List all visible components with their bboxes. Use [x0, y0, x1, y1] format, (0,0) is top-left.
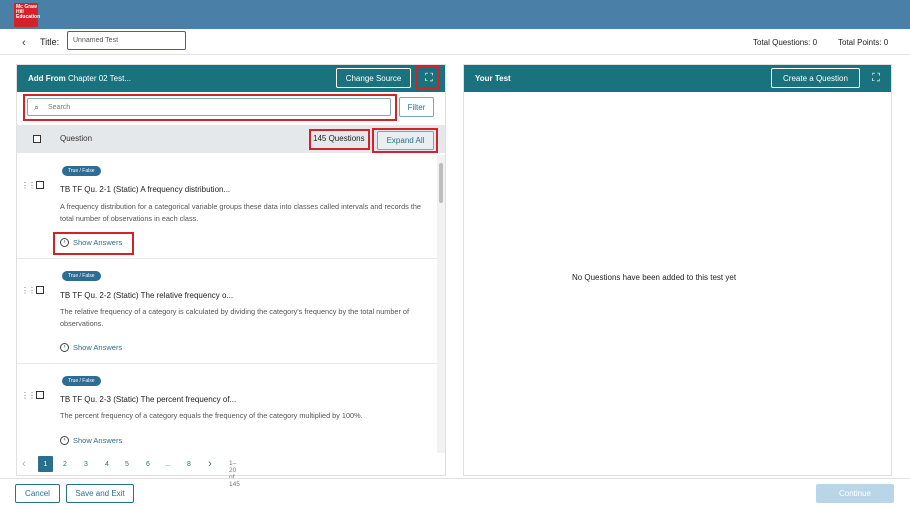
question-checkbox[interactable]	[36, 286, 44, 294]
question-column-label: Question	[60, 134, 93, 143]
total-points: Total Points: 0	[838, 38, 889, 47]
question-checkbox[interactable]	[36, 391, 44, 399]
cancel-button[interactable]: Cancel	[15, 484, 60, 503]
question-checkbox[interactable]	[36, 181, 44, 189]
top-bar: Mc Graw Hill Education	[0, 0, 910, 29]
page-8[interactable]: 8	[184, 456, 194, 472]
question-type-badge: True / False	[62, 166, 101, 176]
your-test-panel: Your Test Create a Question ⛶	[463, 64, 892, 476]
fullscreen-expand-icon[interactable]: ⛶	[870, 72, 882, 84]
page-5[interactable]: 5	[122, 456, 132, 472]
drag-handle-icon[interactable]: ⋮⋮	[21, 181, 36, 190]
show-answers-link[interactable]: › Show Answers	[60, 343, 122, 352]
page-2[interactable]: 2	[60, 456, 70, 472]
page-ellipsis: ...	[165, 460, 171, 468]
question-text: The percent frequency of a category equa…	[60, 411, 363, 420]
chevron-left-icon[interactable]: ‹	[22, 37, 26, 49]
title-label: Title:	[40, 37, 60, 47]
select-all-checkbox[interactable]	[33, 135, 41, 143]
empty-test-message: No Questions have been added to this tes…	[571, 273, 737, 282]
title-row: ‹ Title: Total Questions: 0 Total Points…	[0, 29, 910, 55]
show-answers-link[interactable]: › Show Answers	[60, 436, 122, 445]
highlight-box-search	[23, 94, 397, 121]
add-from-header: Add From Chapter 02 Test... Change Sourc…	[17, 65, 445, 92]
mcgraw-hill-logo: Mc Graw Hill Education	[14, 3, 40, 27]
page-1[interactable]: 1	[38, 456, 53, 472]
question-title: TB TF Qu. 2-2 (Static) The relative freq…	[60, 291, 234, 300]
question-type-badge: True / False	[62, 376, 101, 386]
title-input[interactable]	[67, 31, 186, 50]
prev-page-icon[interactable]: ‹	[19, 456, 29, 472]
drag-handle-icon[interactable]: ⋮⋮	[21, 286, 36, 295]
next-page-icon[interactable]: ›	[205, 456, 215, 472]
highlight-box-count	[309, 129, 370, 150]
question-type-badge: True / False	[62, 271, 101, 281]
scrollbar-thumb[interactable]	[439, 163, 443, 203]
filter-button[interactable]: Filter	[399, 97, 434, 117]
question-title: TB TF Qu. 2-1 (Static) A frequency distr…	[60, 185, 231, 194]
continue-button[interactable]: Continue	[816, 484, 894, 503]
chevron-right-circle-icon: ›	[60, 436, 69, 445]
change-source-button[interactable]: Change Source	[336, 68, 411, 88]
highlight-box-expand-all	[372, 128, 438, 153]
page-6[interactable]: 6	[143, 456, 153, 472]
create-question-button[interactable]: Create a Question	[771, 68, 860, 88]
your-test-header: Your Test Create a Question ⛶	[464, 65, 891, 92]
page-3[interactable]: 3	[81, 456, 91, 472]
footer-bar: Cancel Save and Exit Continue	[0, 478, 910, 508]
save-and-exit-button[interactable]: Save and Exit	[66, 484, 134, 503]
chevron-right-circle-icon: ›	[60, 343, 69, 352]
drag-handle-icon[interactable]: ⋮⋮	[21, 391, 36, 400]
your-test-title: Your Test	[475, 74, 511, 83]
highlight-box-show-answers	[53, 232, 134, 255]
add-from-title: Add From Chapter 02 Test...	[28, 74, 132, 83]
total-questions: Total Questions: 0	[753, 38, 818, 47]
page-4[interactable]: 4	[102, 456, 112, 472]
question-item[interactable]: ⋮⋮ True / False TB TF Qu. 2-3 (Static) T…	[17, 365, 437, 453]
question-title: TB TF Qu. 2-3 (Static) The percent frequ…	[60, 395, 237, 404]
highlight-box-expand	[416, 66, 440, 89]
question-text: A frequency distribution for a categoric…	[60, 202, 421, 223]
question-text: The relative frequency of a category is …	[60, 307, 410, 328]
question-item[interactable]: ⋮⋮ True / False TB TF Qu. 2-2 (Static) T…	[17, 260, 437, 364]
